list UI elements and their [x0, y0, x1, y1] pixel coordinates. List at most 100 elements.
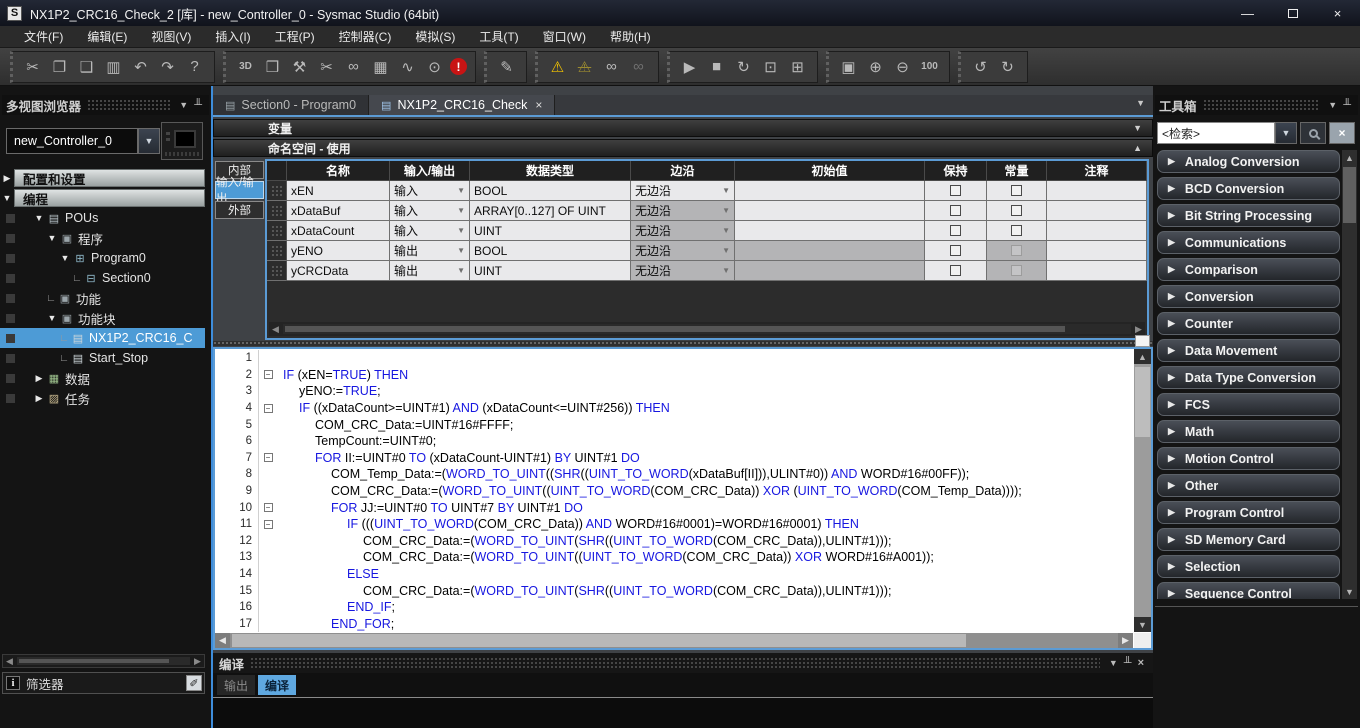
sync-icon[interactable]: ↻ [732, 55, 755, 78]
rotate-right-icon[interactable]: ↻ [996, 55, 1019, 78]
constant-checkbox-cell[interactable] [987, 241, 1047, 261]
expand-arrow-icon[interactable]: ▼ [32, 213, 46, 223]
tree-section-1[interactable]: 编程 [14, 189, 205, 207]
menu-item-7[interactable]: 工具(T) [467, 25, 530, 48]
code-vscrollbar[interactable]: ▲ ▼ [1134, 349, 1151, 632]
tree-row-程序[interactable]: ▼▣程序 [0, 228, 205, 248]
dropdown-arrow-icon[interactable]: ▼ [722, 186, 730, 195]
expand-arrow-icon[interactable]: ▼ [58, 253, 72, 263]
code-line-7[interactable]: 7−FOR II:=UINT#0 TO (xDataCount-UINT#1) … [215, 450, 1133, 467]
help-icon[interactable]: ? [183, 55, 206, 78]
tools-icon[interactable]: ⚒ [288, 55, 311, 78]
scroll-left-icon[interactable]: ◀ [3, 655, 16, 667]
scroll-down-icon[interactable]: ▼ [1342, 584, 1357, 599]
name-cell[interactable]: xDataBuf [287, 201, 390, 221]
expand-arrow-icon[interactable]: ▼ [45, 233, 59, 243]
code-line-15[interactable]: 15COM_CRC_Data:=(WORD_TO_UINT(SHR((UINT_… [215, 582, 1133, 599]
stop-icon[interactable]: ■ [705, 55, 728, 78]
io-direction-cell[interactable]: 输出▼ [390, 241, 470, 261]
code-line-2[interactable]: 2−IF (xEN=TRUE) THEN [215, 367, 1133, 384]
toolbox-category-16[interactable]: ▶Sequence Control [1157, 582, 1340, 599]
maximize-button[interactable] [1270, 0, 1315, 26]
data-type-cell[interactable]: ARRAY[0..127] OF UINT [470, 201, 631, 221]
code-line-17[interactable]: 17END_FOR; [215, 616, 1133, 633]
namespace-section-bar[interactable]: 命名空间 - 使用 ▲ [213, 139, 1153, 157]
retain-checkbox-cell[interactable] [925, 241, 987, 261]
checkbox[interactable] [950, 225, 961, 236]
dropdown-arrow-icon[interactable]: ▼ [722, 206, 730, 215]
toolbox-category-3[interactable]: ▶Communications [1157, 231, 1340, 254]
code-line-16[interactable]: 16END_IF; [215, 599, 1133, 616]
expand-arrow-icon[interactable]: ▶ [32, 373, 46, 384]
warning-off-icon[interactable]: ⚠ [573, 55, 596, 78]
editor-split-handle[interactable] [1135, 335, 1150, 347]
toolbox-category-11[interactable]: ▶Motion Control [1157, 447, 1340, 470]
constant-checkbox-cell[interactable] [987, 261, 1047, 281]
dropdown-arrow-icon[interactable]: ▼ [722, 246, 730, 255]
toolbox-category-13[interactable]: ▶Program Control [1157, 501, 1340, 524]
watch-cut-icon[interactable]: ✂ [315, 55, 338, 78]
watch-table-icon[interactable]: ▦ [369, 55, 392, 78]
filter-pin-icon[interactable]: ✐ [186, 675, 202, 691]
monitor-2-icon[interactable]: ⊞ [786, 55, 809, 78]
tree-row-任务[interactable]: ▶▨任务 [0, 388, 205, 408]
checkbox[interactable] [1011, 205, 1022, 216]
code-line-13[interactable]: 13COM_CRC_Data:=(WORD_TO_UINT((UINT_TO_W… [215, 549, 1133, 566]
cut-icon[interactable]: ✂ [21, 55, 44, 78]
watch-trend-icon[interactable]: ∿ [396, 55, 419, 78]
toolbox-vscrollbar[interactable]: ▲ ▼ [1342, 150, 1357, 599]
row-handle[interactable] [267, 221, 287, 241]
scroll-thumb[interactable] [1343, 167, 1356, 223]
tree-row-NX1P2_CRC16_C[interactable]: ∟▤NX1P2_CRC16_C [0, 328, 205, 348]
build-tab-0[interactable]: 输出 [217, 675, 255, 695]
toolbox-category-1[interactable]: ▶BCD Conversion [1157, 177, 1340, 200]
tree-row-配置和设置[interactable]: ▶配置和设置 [0, 168, 205, 188]
var-side-tab-1[interactable]: 输入/输出 [215, 181, 264, 199]
name-cell[interactable]: yCRCData [287, 261, 390, 281]
toolbox-category-14[interactable]: ▶SD Memory Card [1157, 528, 1340, 551]
menu-item-4[interactable]: 工程(P) [263, 25, 327, 48]
code-line-6[interactable]: 6TempCount:=UINT#0; [215, 433, 1133, 450]
collapse-icon[interactable]: ▼ [176, 100, 191, 110]
redo-icon[interactable]: ↷ [156, 55, 179, 78]
edge-cell[interactable]: 无边沿▼ [631, 201, 735, 221]
comment-cell[interactable] [1047, 181, 1147, 201]
code-line-9[interactable]: 9COM_CRC_Data:=(WORD_TO_UINT((UINT_TO_WO… [215, 483, 1133, 500]
toolbox-category-15[interactable]: ▶Selection [1157, 555, 1340, 578]
controller-select[interactable]: new_Controller_0 [6, 128, 138, 154]
fold-collapse-icon[interactable]: − [264, 370, 273, 379]
search-dropdown-icon[interactable]: ▼ [1275, 122, 1297, 144]
fold-collapse-icon[interactable]: − [264, 520, 273, 529]
toolbox-category-2[interactable]: ▶Bit String Processing [1157, 204, 1340, 227]
scroll-up-icon[interactable]: ▲ [1134, 349, 1151, 364]
code-line-10[interactable]: 10−FOR JJ:=UINT#0 TO UINT#7 BY UINT#1 DO [215, 499, 1133, 516]
comment-cell[interactable] [1047, 201, 1147, 221]
code-line-1[interactable]: 1 [215, 350, 1133, 367]
name-cell[interactable]: xEN [287, 181, 390, 201]
initial-value-cell[interactable] [735, 181, 925, 201]
collapse-icon[interactable]: ▼ [1106, 658, 1121, 668]
code-hscrollbar[interactable]: ◀ ▶ [215, 633, 1133, 648]
toolbox-category-4[interactable]: ▶Comparison [1157, 258, 1340, 281]
data-type-cell[interactable]: BOOL [470, 241, 631, 261]
constant-checkbox-cell[interactable] [987, 201, 1047, 221]
dropdown-arrow-icon[interactable]: ▼ [457, 206, 465, 215]
expand-arrow-icon[interactable]: ▶ [0, 173, 14, 184]
edge-cell[interactable]: 无边沿▼ [631, 221, 735, 241]
row-handle[interactable] [267, 201, 287, 221]
toolbox-category-10[interactable]: ▶Math [1157, 420, 1340, 443]
scroll-down-icon[interactable]: ▼ [1134, 617, 1151, 632]
retain-checkbox-cell[interactable] [925, 181, 987, 201]
tab-list-dropdown-icon[interactable]: ▼ [1136, 98, 1145, 108]
collapse-icon[interactable]: ▼ [1325, 100, 1340, 110]
dropdown-arrow-icon[interactable]: ▼ [457, 246, 465, 255]
paste-icon[interactable]: ❑ [75, 55, 98, 78]
dropdown-arrow-icon[interactable]: ▼ [457, 226, 465, 235]
copy-icon[interactable]: ❐ [48, 55, 71, 78]
initial-value-cell[interactable] [735, 241, 925, 261]
code-line-12[interactable]: 12COM_CRC_Data:=(WORD_TO_UINT(SHR((UINT_… [215, 533, 1133, 550]
scroll-track[interactable] [283, 324, 1131, 334]
tab-close-icon[interactable]: × [535, 98, 542, 112]
menu-item-0[interactable]: 文件(F) [12, 25, 75, 48]
clear-search-icon[interactable]: × [1329, 122, 1355, 144]
